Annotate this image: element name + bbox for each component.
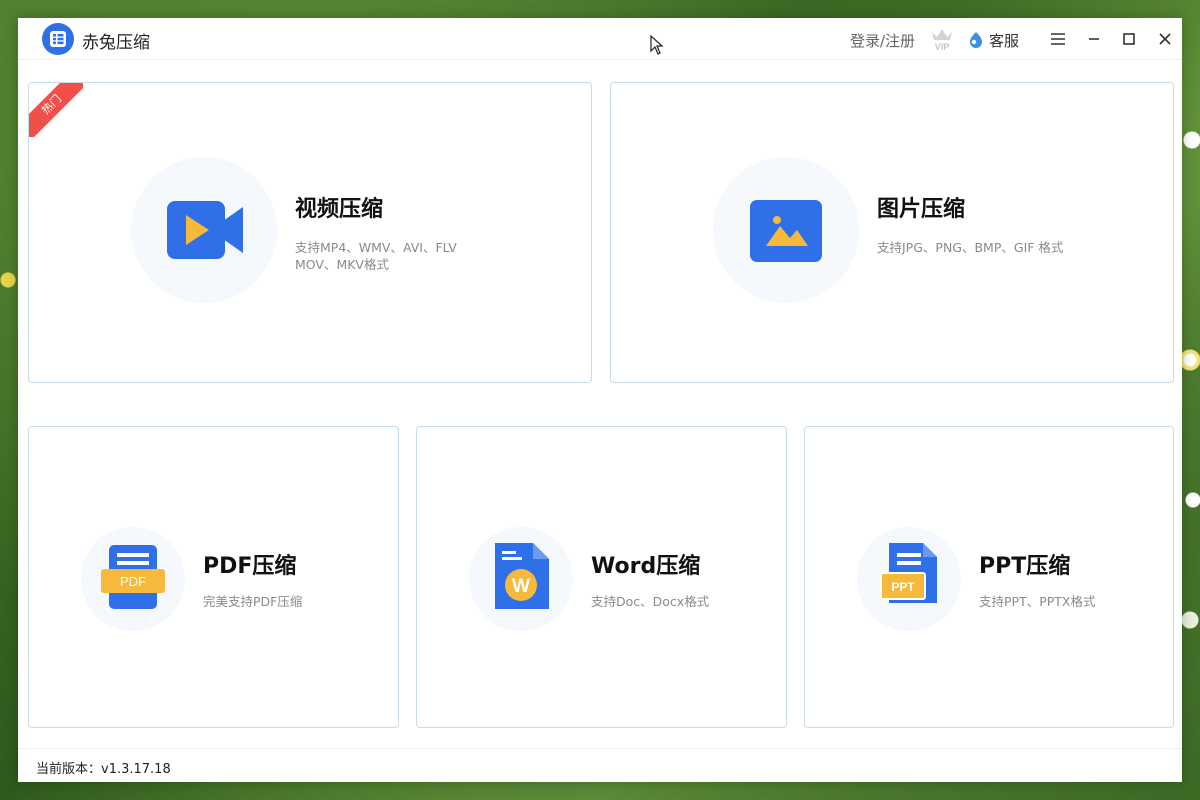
customer-service-label[interactable]: 客服 bbox=[989, 30, 1019, 51]
vip-crown-icon[interactable]: VIP bbox=[929, 26, 955, 56]
card-description: 支持PPT、PPTX格式 bbox=[979, 594, 1096, 609]
svg-text:W: W bbox=[512, 576, 530, 597]
ppt-compress-card[interactable]: PPT PPT压缩 支持PPT、PPTX格式 bbox=[804, 426, 1174, 728]
minimize-icon[interactable] bbox=[1084, 29, 1104, 49]
close-icon[interactable] bbox=[1155, 29, 1175, 49]
card-description: 完美支持PDF压缩 bbox=[203, 594, 303, 609]
word-compress-card[interactable]: W Word压缩 支持Doc、Docx格式 bbox=[416, 426, 787, 728]
card-title: PDF压缩 bbox=[203, 554, 297, 579]
hot-badge: 热门 bbox=[29, 83, 83, 137]
version-label: 当前版本：v1.3.17.18 bbox=[36, 762, 171, 777]
ppt-icon: PPT bbox=[877, 541, 941, 615]
pdf-compress-card[interactable]: PDF PDF压缩 完美支持PDF压缩 bbox=[28, 426, 399, 728]
menu-icon[interactable] bbox=[1048, 29, 1068, 49]
word-icon: W bbox=[493, 541, 553, 615]
image-compress-card[interactable]: 图片压缩 支持JPG、PNG、BMP、GIF 格式 bbox=[610, 82, 1174, 383]
pdf-icon: PDF bbox=[99, 543, 167, 615]
mouse-cursor-icon bbox=[650, 34, 664, 59]
customer-service-icon[interactable] bbox=[968, 31, 984, 53]
title-bar: 赤兔压缩 登录/注册 VIP 客服 bbox=[18, 18, 1182, 60]
login-register-link[interactable]: 登录/注册 bbox=[850, 30, 915, 51]
svg-text:PPT: PPT bbox=[891, 580, 915, 594]
maximize-icon[interactable] bbox=[1119, 29, 1139, 49]
card-title: Word压缩 bbox=[591, 554, 701, 579]
image-icon bbox=[750, 200, 822, 266]
card-description: 支持Doc、Docx格式 bbox=[591, 594, 710, 609]
card-title: 图片压缩 bbox=[877, 197, 966, 222]
video-compress-card[interactable]: 热门 视频压缩 支持MP4、WMV、AVI、FLV MOV、MKV格式 bbox=[28, 82, 592, 383]
card-title: 视频压缩 bbox=[295, 197, 384, 222]
app-logo bbox=[42, 23, 74, 55]
card-description: 支持JPG、PNG、BMP、GIF 格式 bbox=[877, 240, 1064, 255]
video-icon bbox=[167, 197, 245, 267]
card-description: 支持MP4、WMV、AVI、FLV MOV、MKV格式 bbox=[295, 240, 457, 272]
svg-text:PDF: PDF bbox=[120, 574, 146, 589]
svg-text:VIP: VIP bbox=[935, 42, 950, 52]
app-title: 赤兔压缩 bbox=[82, 33, 150, 53]
card-title: PPT压缩 bbox=[979, 554, 1071, 579]
status-bar: 当前版本：v1.3.17.18 bbox=[18, 748, 1182, 782]
app-window: 赤兔压缩 登录/注册 VIP 客服 热门 视频压缩 支持MP4、WMV、AVI、… bbox=[18, 18, 1182, 782]
